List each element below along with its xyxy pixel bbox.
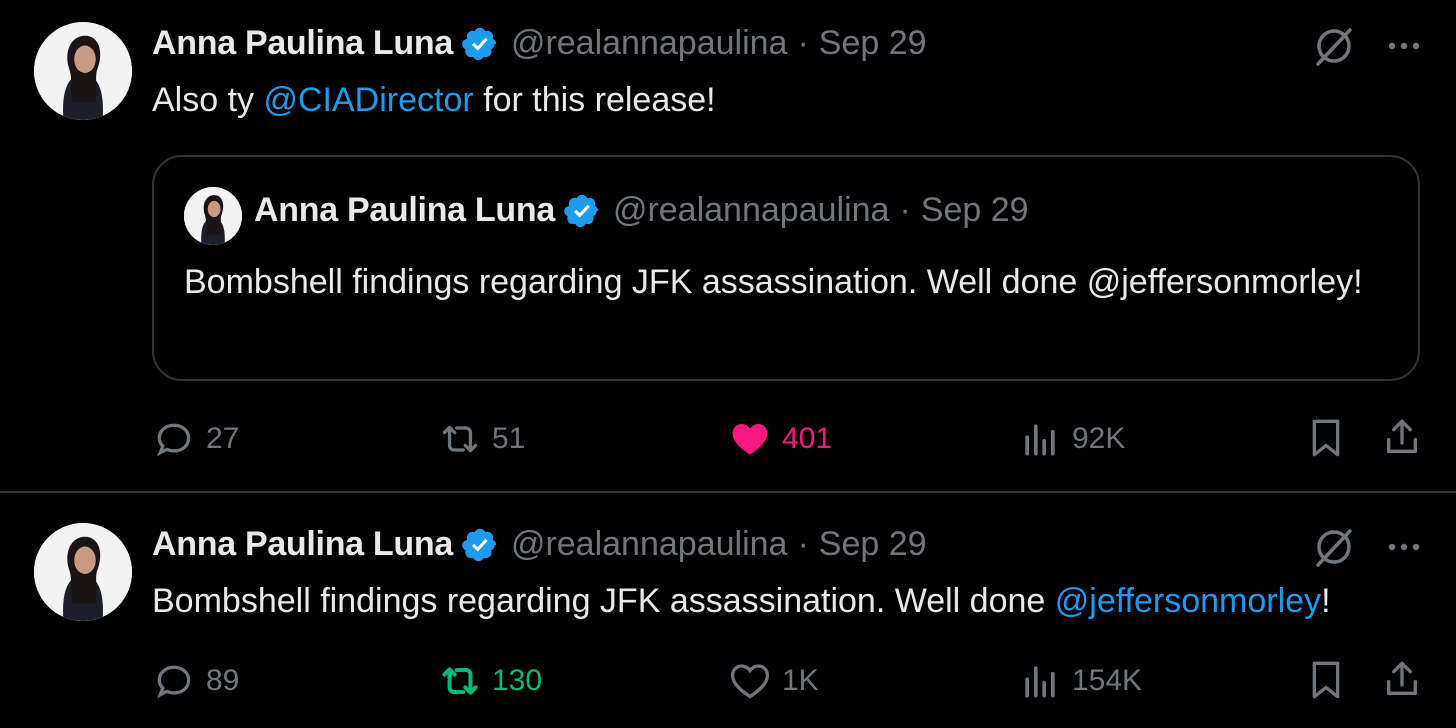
like-button[interactable]: 401 — [728, 414, 832, 464]
analytics-icon — [1018, 417, 1062, 461]
quote-date[interactable]: Sep 29 — [921, 191, 1029, 230]
views-count: 154K — [1072, 664, 1143, 697]
like-button[interactable]: 1K — [728, 656, 819, 706]
like-count: 1K — [782, 664, 819, 697]
heart-icon — [728, 659, 772, 703]
tweet-top-actions — [1312, 525, 1424, 569]
verified-badge-icon[interactable] — [461, 526, 499, 564]
bookmark-icon — [1306, 658, 1346, 702]
tweet-text-part: for this release! — [473, 81, 716, 119]
bookmark-icon — [1306, 416, 1346, 460]
analytics-icon — [1018, 659, 1062, 703]
share-button[interactable] — [1382, 658, 1422, 702]
share-icon — [1382, 658, 1422, 702]
quote-header: Anna Paulina Luna @realannapaulina · Sep… — [254, 191, 1029, 230]
separator-dot: · — [899, 191, 911, 229]
bookmark-button[interactable] — [1306, 416, 1346, 460]
author-name[interactable]: Anna Paulina Luna — [152, 525, 453, 564]
reply-icon — [152, 659, 196, 703]
avatar[interactable] — [34, 22, 132, 120]
retweet-count: 130 — [492, 664, 543, 697]
author-name[interactable]: Anna Paulina Luna — [152, 24, 453, 63]
tweet-date[interactable]: Sep 29 — [819, 24, 927, 63]
quote-author-handle[interactable]: @realannapaulina — [613, 191, 890, 230]
retweet-button[interactable]: 130 — [438, 656, 542, 706]
verified-badge-icon[interactable] — [461, 25, 499, 63]
tweet-header: Anna Paulina Luna @realannapaulina · Sep… — [152, 525, 927, 564]
tweet-text: Also ty @CIADirector for this release! — [152, 78, 716, 122]
quote-text: Bombshell findings regarding JFK assassi… — [184, 263, 1363, 301]
avatar[interactable] — [34, 523, 132, 621]
author-handle[interactable]: @realannapaulina — [511, 525, 788, 564]
retweet-button[interactable]: 51 — [438, 414, 525, 464]
grok-icon[interactable] — [1312, 24, 1356, 68]
tweet[interactable]: Anna Paulina Luna @realannapaulina · Sep… — [0, 493, 1456, 728]
views-button[interactable]: 92K — [1018, 414, 1125, 464]
share-button[interactable] — [1382, 416, 1422, 460]
action-bar: 27 51 401 92K — [152, 414, 1432, 464]
quote-avatar[interactable] — [184, 187, 242, 245]
action-bar: 89 130 1K 154K — [152, 656, 1432, 706]
retweet-icon — [438, 417, 482, 461]
quoted-tweet[interactable]: Anna Paulina Luna @realannapaulina · Sep… — [152, 155, 1420, 381]
tweet-header: Anna Paulina Luna @realannapaulina · Sep… — [152, 24, 927, 63]
reply-icon — [152, 417, 196, 461]
separator-dot: · — [797, 525, 809, 563]
grok-icon[interactable] — [1312, 525, 1356, 569]
more-icon[interactable] — [1384, 26, 1424, 66]
reply-count: 89 — [206, 664, 240, 697]
tweet[interactable]: Anna Paulina Luna @realannapaulina · Sep… — [0, 0, 1456, 492]
heart-icon — [728, 417, 772, 461]
retweet-count: 51 — [492, 422, 526, 455]
tweet-text: Bombshell findings regarding JFK assassi… — [152, 579, 1331, 623]
reply-button[interactable]: 89 — [152, 656, 239, 706]
mention-link[interactable]: @CIADirector — [263, 81, 473, 119]
quote-author-name[interactable]: Anna Paulina Luna — [254, 191, 555, 230]
tweet-top-actions — [1312, 24, 1424, 68]
tweet-text-part: Bombshell findings regarding JFK assassi… — [152, 582, 1055, 620]
more-icon[interactable] — [1384, 527, 1424, 567]
tweet-text-part: Also ty — [152, 81, 264, 119]
mention-link[interactable]: @jeffersonmorley — [1055, 582, 1321, 620]
share-icon — [1382, 416, 1422, 460]
bookmark-button[interactable] — [1306, 658, 1346, 702]
tweet-date[interactable]: Sep 29 — [819, 525, 927, 564]
like-count: 401 — [782, 422, 833, 455]
retweet-icon — [438, 659, 482, 703]
views-count: 92K — [1072, 422, 1126, 455]
reply-count: 27 — [206, 422, 240, 455]
verified-badge-icon — [563, 192, 601, 230]
separator-dot: · — [797, 24, 809, 62]
reply-button[interactable]: 27 — [152, 414, 239, 464]
author-handle[interactable]: @realannapaulina — [511, 24, 788, 63]
tweet-text-part: ! — [1321, 582, 1331, 620]
views-button[interactable]: 154K — [1018, 656, 1142, 706]
